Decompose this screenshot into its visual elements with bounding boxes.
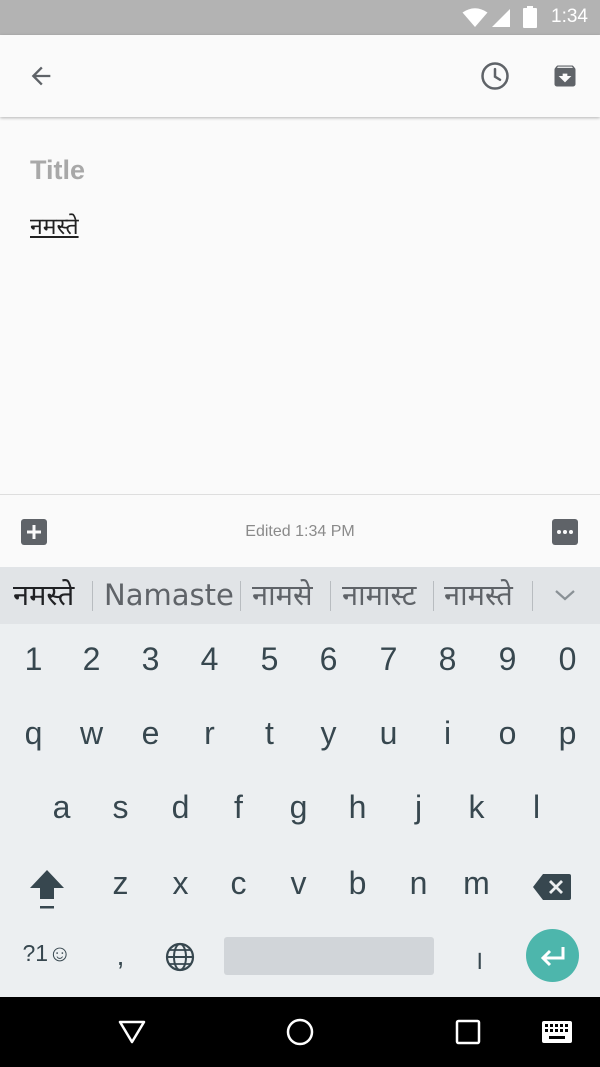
keyboard-switcher-button[interactable] xyxy=(537,1012,577,1052)
archive-icon xyxy=(554,65,576,87)
key-comma[interactable]: , xyxy=(91,940,150,972)
suggestion-divider xyxy=(92,581,93,611)
more-options-button[interactable] xyxy=(549,516,581,548)
key-0[interactable]: 0 xyxy=(538,641,597,678)
key-2[interactable]: 2 xyxy=(62,641,121,678)
key-i[interactable]: i xyxy=(418,715,477,752)
key-7[interactable]: 7 xyxy=(359,641,418,678)
suggestion-item[interactable]: नामसे xyxy=(252,567,313,624)
key-o[interactable]: o xyxy=(478,715,537,752)
key-e[interactable]: e xyxy=(121,715,180,752)
archive-button[interactable] xyxy=(540,51,590,101)
keyboard: नमस्ते Namaste नामसे नामास्ट नामस्ते 1 2… xyxy=(0,567,600,997)
key-5[interactable]: 5 xyxy=(240,641,299,678)
edited-timestamp: Edited 1:34 PM xyxy=(245,523,355,540)
key-p[interactable]: p xyxy=(538,715,597,752)
battery-icon xyxy=(523,6,537,28)
key-j[interactable]: j xyxy=(389,789,448,826)
back-nav-button[interactable] xyxy=(110,1012,154,1052)
clock-icon xyxy=(481,62,509,90)
key-c[interactable]: c xyxy=(209,865,268,902)
key-m[interactable]: m xyxy=(447,865,506,902)
backspace-key[interactable] xyxy=(526,867,578,907)
chevron-down-icon xyxy=(555,590,575,601)
key-t[interactable]: t xyxy=(240,715,299,752)
suggestion-item[interactable]: Namaste xyxy=(104,567,234,624)
key-q[interactable]: q xyxy=(4,715,63,752)
key-g[interactable]: g xyxy=(269,789,328,826)
suggestion-divider xyxy=(433,581,434,611)
app-bar xyxy=(0,35,600,117)
suggestion-divider xyxy=(240,581,241,611)
status-bar: 1:34 xyxy=(0,0,600,35)
suggestion-item[interactable]: नामस्ते xyxy=(444,567,513,624)
key-r[interactable]: r xyxy=(180,715,239,752)
square-recents-icon xyxy=(455,1019,481,1045)
keyboard-icon xyxy=(542,1021,572,1043)
key-6[interactable]: 6 xyxy=(299,641,358,678)
suggestion-divider xyxy=(330,581,331,611)
key-h[interactable]: h xyxy=(328,789,387,826)
reminder-button[interactable] xyxy=(470,51,520,101)
key-n[interactable]: n xyxy=(389,865,448,902)
enter-arrow-icon xyxy=(540,946,564,966)
key-y[interactable]: y xyxy=(299,715,358,752)
key-8[interactable]: 8 xyxy=(418,641,477,678)
suggestion-divider xyxy=(532,581,533,611)
enter-key[interactable] xyxy=(526,929,579,982)
triangle-back-icon xyxy=(118,1020,146,1044)
globe-icon xyxy=(165,942,195,972)
key-l[interactable]: l xyxy=(507,789,566,826)
symbols-key[interactable]: ?1☺ xyxy=(16,940,78,967)
suggestion-item[interactable]: नमस्ते xyxy=(13,567,74,624)
key-3[interactable]: 3 xyxy=(121,641,180,678)
key-s[interactable]: s xyxy=(91,789,150,826)
key-k[interactable]: k xyxy=(447,789,506,826)
key-9[interactable]: 9 xyxy=(478,641,537,678)
clock: 1:34 xyxy=(551,6,588,27)
shift-key[interactable] xyxy=(22,862,72,918)
title-field[interactable]: Title xyxy=(30,155,85,186)
key-1[interactable]: 1 xyxy=(4,641,63,678)
recents-nav-button[interactable] xyxy=(448,1012,488,1052)
back-arrow-icon xyxy=(31,66,51,86)
suggestion-item[interactable]: नामास्ट xyxy=(342,567,416,624)
language-key[interactable] xyxy=(158,935,202,979)
note-bottom-bar: Edited 1:34 PM xyxy=(0,494,600,567)
key-danda[interactable]: । xyxy=(449,941,508,977)
key-x[interactable]: x xyxy=(151,865,210,902)
key-v[interactable]: v xyxy=(269,865,328,902)
navigation-bar xyxy=(0,997,600,1067)
note-editor[interactable]: Title नमस्ते xyxy=(0,117,600,495)
home-nav-button[interactable] xyxy=(280,1012,320,1052)
shift-arrow-icon xyxy=(30,870,64,909)
space-bar[interactable] xyxy=(224,937,434,975)
wifi-icon xyxy=(462,8,488,27)
key-4[interactable]: 4 xyxy=(180,641,239,678)
key-w[interactable]: w xyxy=(62,715,121,752)
note-body-text[interactable]: नमस्ते xyxy=(30,209,79,241)
key-a[interactable]: a xyxy=(32,789,91,826)
key-d[interactable]: d xyxy=(151,789,210,826)
cell-signal-icon xyxy=(492,9,510,27)
circle-home-icon xyxy=(286,1018,314,1046)
key-z[interactable]: z xyxy=(91,865,150,902)
suggestion-strip: नमस्ते Namaste नामसे नामास्ट नामस्ते xyxy=(0,567,600,624)
back-button[interactable] xyxy=(16,51,66,101)
backspace-icon xyxy=(533,874,571,900)
more-horizontal-icon xyxy=(552,519,578,545)
key-f[interactable]: f xyxy=(209,789,268,826)
expand-suggestions-button[interactable] xyxy=(545,575,585,615)
key-u[interactable]: u xyxy=(359,715,418,752)
key-b[interactable]: b xyxy=(328,865,387,902)
